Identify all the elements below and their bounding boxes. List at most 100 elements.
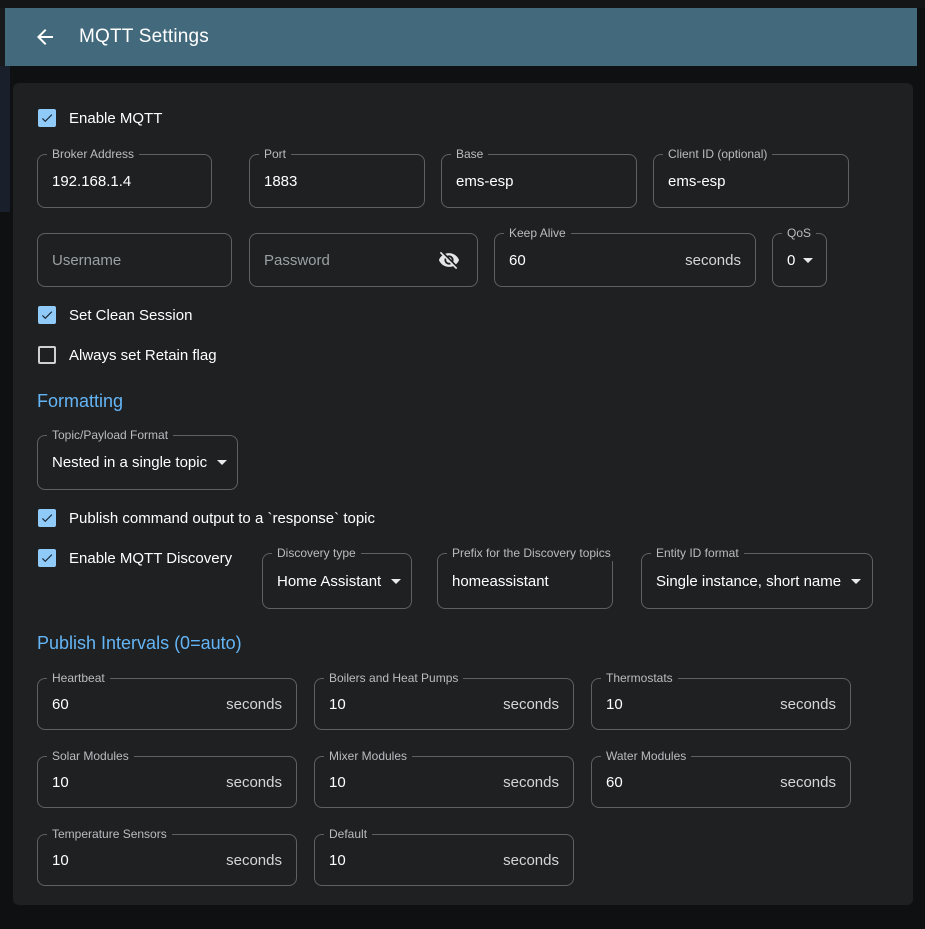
checkbox-box [38,346,56,364]
discovery-type-select[interactable]: Discovery type Home Assistant [262,553,412,609]
water-interval-field[interactable]: Water Modules 60seconds [591,756,851,808]
app-bar: MQTT Settings [5,8,917,66]
field-value: homeassistant [452,573,549,590]
field-value: 10 [52,852,69,869]
page-title: MQTT Settings [79,26,209,48]
checkmark-icon [40,307,54,323]
broker-address-field[interactable]: Broker Address 192.168.1.4 [37,154,212,208]
field-value: 10 [606,696,623,713]
topic-format-select[interactable]: Topic/Payload Format Nested in a single … [37,435,238,490]
mixer-interval-field[interactable]: Mixer Modules 10seconds [314,756,574,808]
field-value: ems-esp [456,173,514,190]
settings-card: Enable MQTT Broker Address 192.168.1.4 P… [13,83,913,905]
discovery-prefix-field[interactable]: Prefix for the Discovery topics homeassi… [437,553,613,609]
checkbox-label: Always set Retain flag [69,347,217,364]
field-value: 10 [329,696,346,713]
field-label: Heartbeat [47,671,110,686]
checkbox-label: Enable MQTT Discovery [69,550,232,567]
publish-intervals-heading: Publish Intervals (0=auto) [37,633,242,654]
back-button[interactable] [25,17,65,57]
field-label: Solar Modules [47,749,134,764]
entity-id-format-select[interactable]: Entity ID format Single instance, short … [641,553,873,609]
arrow-back-icon [33,25,57,49]
port-field[interactable]: Port 1883 [249,154,425,208]
field-label: Keep Alive [504,226,571,241]
field-label: Broker Address [47,147,139,162]
field-label: Prefix for the Discovery topics [447,546,616,561]
password-field[interactable]: Password [249,233,478,287]
checkbox-label: Set Clean Session [69,307,192,324]
checkbox-box [38,509,56,527]
field-label: Boilers and Heat Pumps [324,671,463,686]
toggle-password-visibility-button[interactable] [435,246,463,274]
field-value: 60 [606,774,623,791]
keep-alive-field[interactable]: Keep Alive 60 seconds [494,233,756,287]
sidebar-edge [0,66,10,212]
field-label: Discovery type [272,546,361,561]
checkbox-box [38,306,56,324]
field-label: Mixer Modules [324,749,412,764]
field-suffix: seconds [685,252,741,269]
field-label: Temperature Sensors [47,827,172,842]
field-suffix: seconds [503,696,559,713]
thermostats-interval-field[interactable]: Thermostats 10seconds [591,678,851,730]
checkmark-icon [40,110,54,126]
retain-flag-checkbox[interactable]: Always set Retain flag [38,345,217,365]
checkbox-label: Enable MQTT [69,110,162,127]
field-value: 10 [329,852,346,869]
formatting-heading: Formatting [37,391,123,412]
field-suffix: seconds [226,774,282,791]
field-value: 60 [509,252,526,269]
client-id-field[interactable]: Client ID (optional) ems-esp [653,154,849,208]
field-suffix: seconds [503,852,559,869]
select-value: 0 [787,252,795,269]
field-label: Port [259,147,291,162]
field-value: 192.168.1.4 [52,173,131,190]
field-suffix: seconds [503,774,559,791]
select-value: Home Assistant [277,573,381,590]
checkbox-box [38,109,56,127]
enable-mqtt-checkbox[interactable]: Enable MQTT [38,108,162,128]
field-label: Topic/Payload Format [47,428,173,443]
solar-interval-field[interactable]: Solar Modules 10seconds [37,756,297,808]
field-label: Base [451,147,488,162]
publish-response-checkbox[interactable]: Publish command output to a `response` t… [38,508,375,528]
heartbeat-interval-field[interactable]: Heartbeat 60seconds [37,678,297,730]
field-label: Client ID (optional) [663,147,772,162]
field-value: 10 [329,774,346,791]
temperature-sensors-interval-field[interactable]: Temperature Sensors 10seconds [37,834,297,886]
clean-session-checkbox[interactable]: Set Clean Session [38,305,192,325]
field-label: QoS [782,226,816,241]
dropdown-arrow-icon [217,460,227,465]
checkbox-box [38,549,56,567]
field-label: Water Modules [601,749,691,764]
dropdown-arrow-icon [391,579,401,584]
field-placeholder: Password [264,252,330,269]
field-value: 10 [52,774,69,791]
select-value: Nested in a single topic [52,454,207,471]
field-suffix: seconds [780,696,836,713]
field-suffix: seconds [226,852,282,869]
field-suffix: seconds [226,696,282,713]
window-top-strip [0,0,925,8]
default-interval-field[interactable]: Default 10seconds [314,834,574,886]
base-field[interactable]: Base ems-esp [441,154,637,208]
field-suffix: seconds [780,774,836,791]
checkmark-icon [40,550,54,566]
field-label: Default [324,827,372,842]
visibility-off-icon [438,249,460,271]
select-value: Single instance, short name [656,573,841,590]
mqtt-discovery-checkbox[interactable]: Enable MQTT Discovery [38,548,232,568]
field-value: 60 [52,696,69,713]
dropdown-arrow-icon [851,579,861,584]
dropdown-arrow-icon [803,258,813,263]
boilers-interval-field[interactable]: Boilers and Heat Pumps 10seconds [314,678,574,730]
field-placeholder: Username [52,252,121,269]
field-label: Thermostats [601,671,678,686]
mqtt-settings-page: MQTT Settings Enable MQTT Broker Address… [0,0,925,929]
field-value: ems-esp [668,173,726,190]
username-field[interactable]: Username [37,233,232,287]
field-value: 1883 [264,173,297,190]
field-label: Entity ID format [651,546,744,561]
qos-select[interactable]: QoS 0 [772,233,827,287]
